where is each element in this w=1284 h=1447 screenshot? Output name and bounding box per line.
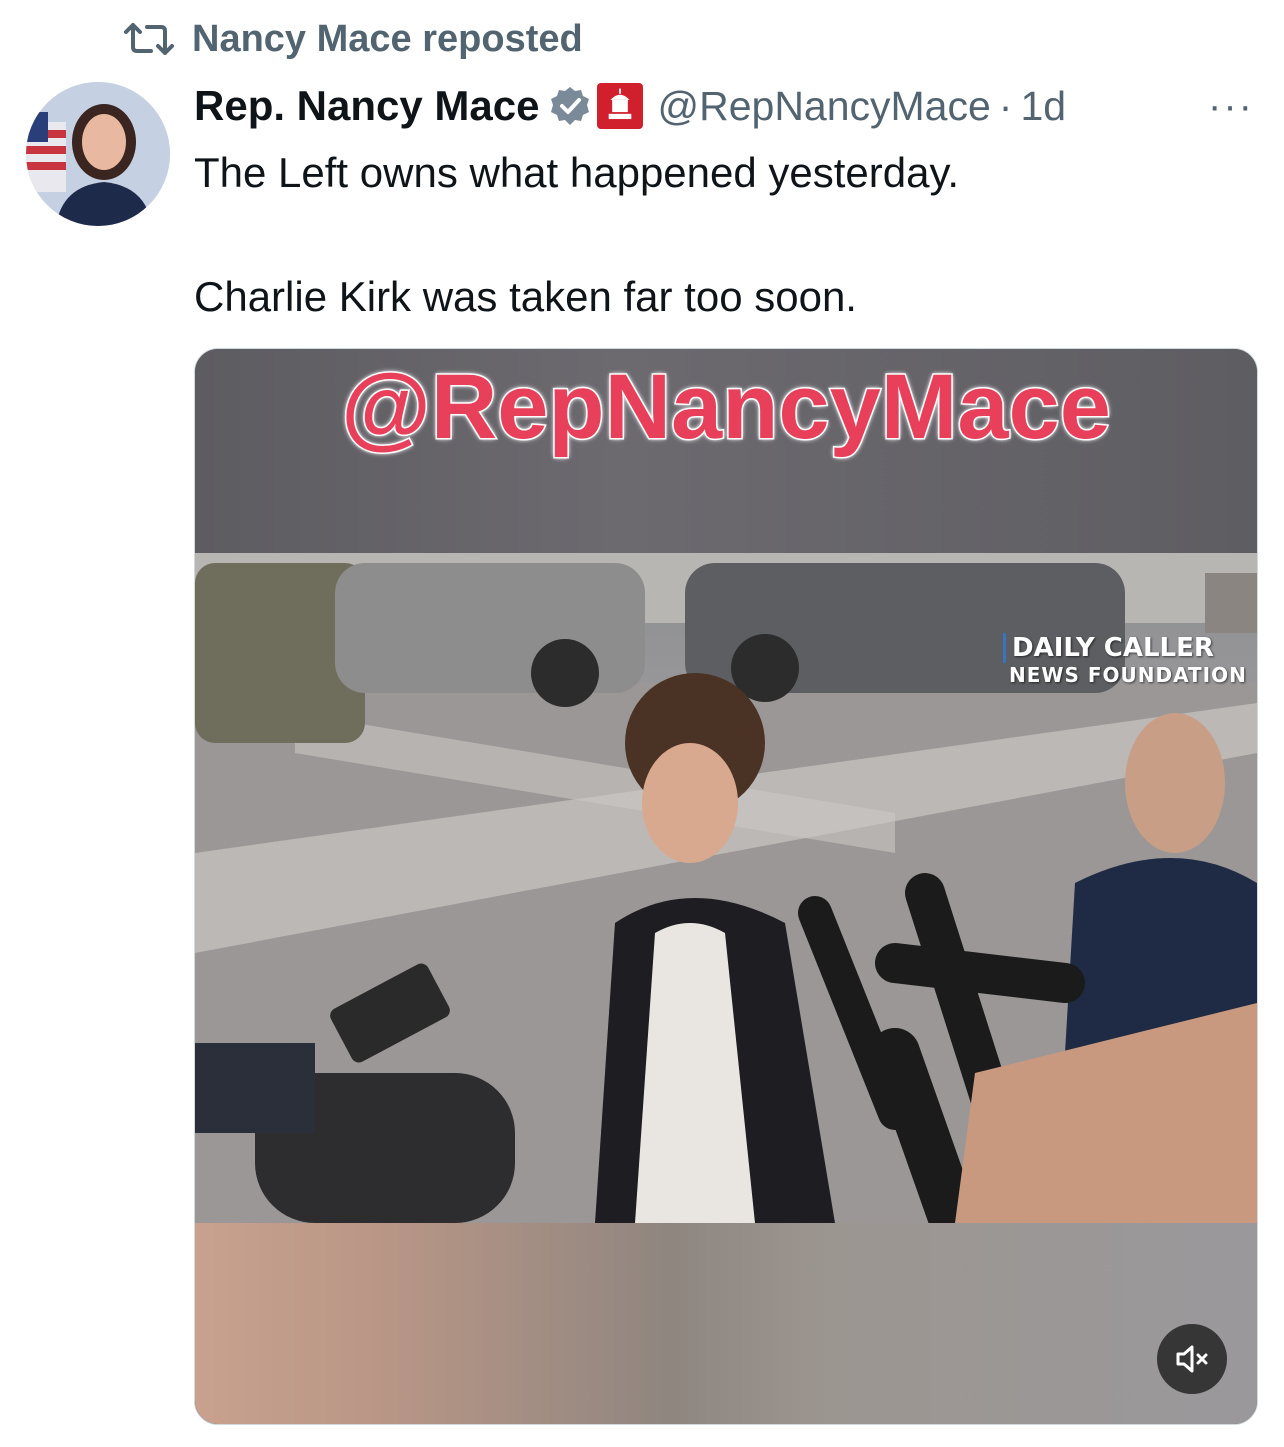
muted-speaker-icon xyxy=(1176,1345,1208,1373)
more-options-icon[interactable]: ··· xyxy=(1208,84,1254,129)
video-watermark: @RepNancyMace xyxy=(340,355,1113,460)
video-player[interactable]: @RepNancyMace DAILY CALLER NEWS FOUNDATI… xyxy=(194,348,1258,1425)
tweet-text: The Left owns what happened yesterday. C… xyxy=(194,142,1254,328)
repost-icon xyxy=(124,23,174,55)
avatar-image xyxy=(26,82,170,226)
tweet-paragraph: The Left owns what happened yesterday. xyxy=(194,149,960,196)
verified-badge-icon[interactable] xyxy=(549,85,591,127)
repost-label: Nancy Mace reposted xyxy=(192,17,583,60)
house-gop-badge-icon[interactable] xyxy=(597,83,644,129)
timestamp[interactable]: 1d xyxy=(1020,83,1066,130)
mute-toggle-button[interactable] xyxy=(1157,1324,1227,1394)
logo-line-2: NEWS FOUNDATION xyxy=(1009,663,1247,687)
tweet-header: Rep. Nancy Mace @RepNancyMace · 1d ··· xyxy=(194,78,1264,134)
repost-indicator[interactable]: Nancy Mace reposted xyxy=(124,14,583,64)
daily-caller-logo: DAILY CALLER NEWS FOUNDATION xyxy=(1003,633,1247,687)
tweet-paragraph: Charlie Kirk was taken far too soon. xyxy=(194,273,857,320)
video-letterbox-top: @RepNancyMace xyxy=(195,349,1257,553)
author-handle[interactable]: @RepNancyMace xyxy=(657,83,990,130)
logo-line-1: DAILY CALLER xyxy=(1003,633,1247,663)
author-name[interactable]: Rep. Nancy Mace xyxy=(194,82,539,130)
video-frame: DAILY CALLER NEWS FOUNDATION xyxy=(195,553,1257,1223)
separator-dot: · xyxy=(998,82,1013,129)
video-letterbox-bottom xyxy=(195,1223,1257,1424)
avatar[interactable] xyxy=(26,82,170,226)
